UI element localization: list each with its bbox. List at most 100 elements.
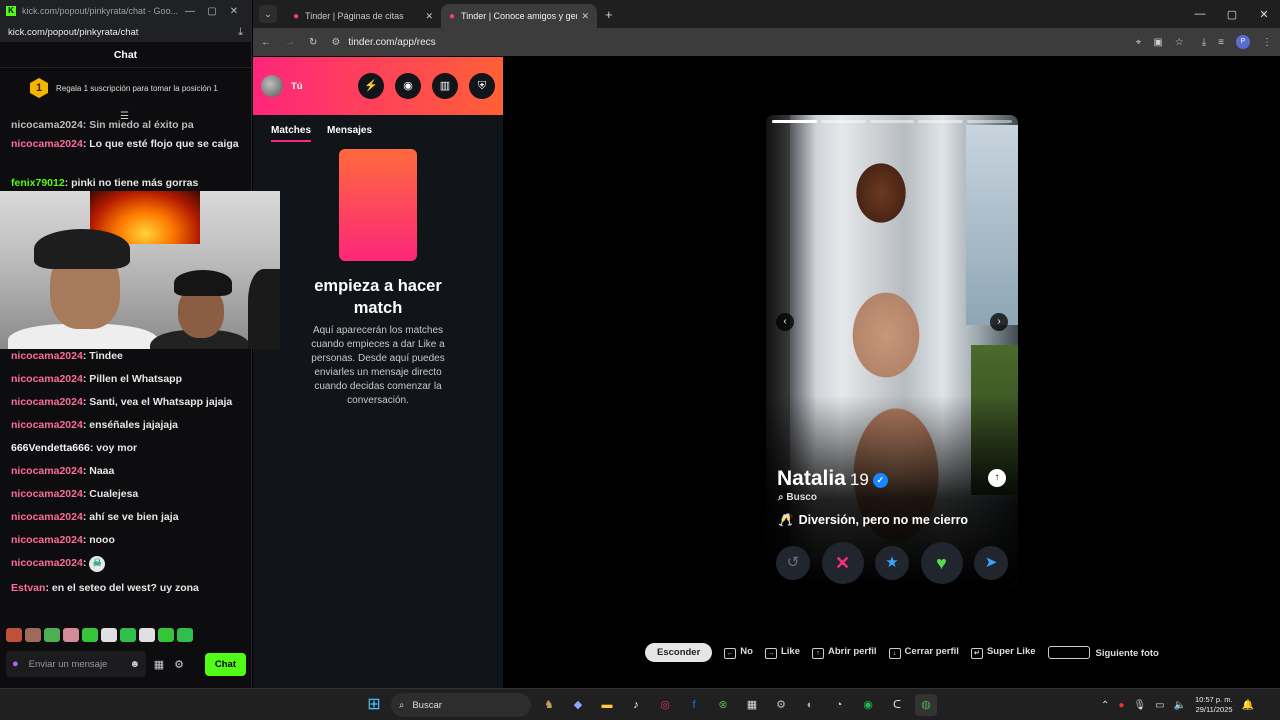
chat-user[interactable]: nicocama2024	[11, 138, 83, 150]
tab-matches[interactable]: Matches	[271, 125, 312, 142]
notifications-bell-icon[interactable]: 🔔	[1242, 700, 1254, 711]
network-icon[interactable]: ▭	[1155, 700, 1164, 711]
forward-icon[interactable]: →	[285, 37, 295, 48]
spotify-icon[interactable]: ◉	[857, 694, 879, 716]
chat-user[interactable]: nicocama2024	[11, 396, 83, 408]
tiktok-icon[interactable]: ♪	[625, 694, 647, 716]
chat-user[interactable]: nicocama2024	[11, 373, 83, 385]
chat-user[interactable]: 666Vendetta666	[11, 442, 90, 454]
mic-icon[interactable]: 🎙	[1133, 700, 1146, 711]
chat-user[interactable]: nicocama2024	[11, 534, 83, 546]
new-tab-icon[interactable]: +	[605, 7, 613, 22]
profile-card[interactable]: ‹ › Natalia 19 ✓ ↑ ⌕ Busco 🥂 Diversión, per…	[766, 115, 1018, 585]
emote-icon[interactable]	[158, 628, 174, 642]
nope-button[interactable]: ✕	[821, 542, 864, 584]
mic-icon[interactable]: ●	[12, 658, 19, 670]
emote-icon[interactable]	[82, 628, 98, 642]
location-icon[interactable]: ⌖	[1136, 37, 1142, 48]
photo-indicator[interactable]	[918, 120, 964, 123]
gift-sub-banner[interactable]: 1 Regala 1 suscripción para tomar la pos…	[0, 68, 251, 108]
download-icon[interactable]: ⤓	[238, 26, 243, 39]
media-control-icon[interactable]: ≡	[1218, 37, 1224, 48]
instagram-icon[interactable]: ◎	[654, 694, 676, 716]
chat-user[interactable]: nicocama2024	[11, 488, 83, 500]
emote-icon[interactable]	[63, 628, 79, 642]
emote-icon[interactable]	[139, 628, 155, 642]
emote-icon[interactable]	[44, 628, 60, 642]
next-photo-icon[interactable]: ›	[990, 313, 1008, 331]
tab-messages[interactable]: Mensajes	[327, 125, 372, 142]
back-icon[interactable]: ←	[261, 37, 271, 48]
settings-icon[interactable]: ⚙	[172, 658, 186, 671]
volume-icon[interactable]: 🔈	[1174, 700, 1186, 711]
photo-indicator[interactable]	[772, 120, 817, 123]
chat-user[interactable]: nicocama2024	[11, 557, 83, 569]
facebook-icon[interactable]: f	[683, 694, 705, 716]
boost-icon[interactable]: ⚡	[358, 73, 384, 99]
close-tab-icon[interactable]: ✕	[425, 11, 433, 22]
bookmark-star-icon[interactable]: ☆	[1175, 37, 1184, 48]
hide-hints-button[interactable]: Esconder	[645, 643, 713, 662]
avatar[interactable]	[261, 75, 283, 97]
profile-avatar[interactable]: P	[1236, 35, 1250, 49]
chat-user[interactable]: nicocama2024	[11, 419, 83, 431]
emote-icon[interactable]	[177, 628, 193, 642]
super-like-button[interactable]: ★	[875, 546, 909, 580]
prev-photo-icon[interactable]: ‹	[776, 313, 794, 331]
windows-start-icon[interactable]: ⊞	[364, 695, 384, 715]
briefcase-icon[interactable]: ▥	[432, 73, 458, 99]
settings-icon[interactable]: ⚙	[770, 694, 792, 716]
chat-user[interactable]: nicocama2024	[11, 511, 83, 523]
close-icon[interactable]: ✕	[1248, 8, 1280, 21]
chat-input[interactable]: ● Enviar un mensaje ☻	[6, 651, 146, 677]
tray-app-icon[interactable]: ●	[1118, 700, 1124, 711]
site-info-icon[interactable]: ⚙	[331, 37, 340, 48]
maximize-icon[interactable]: ▢	[201, 6, 223, 17]
browser-tab-active[interactable]: ● Tinder | Conoce amigos y gente nueva ✕	[441, 4, 597, 28]
photo-indicator[interactable]	[869, 120, 915, 123]
profile-label[interactable]: Tú	[291, 81, 347, 92]
chat-user[interactable]: fenix79012	[11, 177, 65, 189]
chevron-up-icon[interactable]: ⌃	[1101, 700, 1109, 711]
explore-compass-icon[interactable]: ◉	[395, 73, 421, 99]
safety-shield-icon[interactable]: ⛨	[469, 73, 495, 99]
store-icon[interactable]: ▦	[741, 694, 763, 716]
boost-send-button[interactable]: ➤	[974, 546, 1008, 580]
close-icon[interactable]: ✕	[223, 6, 245, 17]
tab-search-icon[interactable]: ⌄	[259, 5, 277, 23]
emoji-icon[interactable]: ☻	[129, 659, 140, 670]
clock[interactable]: 10:57 p. m. 29/11/2025	[1195, 695, 1233, 715]
chrome-menu-icon[interactable]: ⋮	[1262, 37, 1272, 48]
like-button[interactable]: ♥	[920, 542, 963, 584]
cast-icon[interactable]: ▣	[1153, 37, 1162, 48]
minimize-icon[interactable]: —	[179, 6, 201, 17]
reload-icon[interactable]: ↻	[309, 37, 317, 48]
chat-user[interactable]: nicocama2024	[11, 350, 83, 362]
photo-indicator[interactable]	[820, 120, 866, 123]
minimize-icon[interactable]: —	[1184, 8, 1216, 21]
xbox-icon[interactable]: ⊗	[712, 694, 734, 716]
address-url[interactable]: tinder.com/app/recs	[348, 37, 435, 48]
file-explorer-icon[interactable]: ▬	[596, 694, 618, 716]
kick-url-bar[interactable]: kick.com/popout/pinkyrata/chat ⤓	[0, 22, 251, 42]
send-chat-button[interactable]: Chat	[204, 652, 246, 676]
app-icon[interactable]: ᑕ	[886, 694, 908, 716]
kick-url[interactable]: kick.com/popout/pinkyrata/chat	[8, 27, 238, 38]
browser-tab[interactable]: ● Tinder | Páginas de citas ✕	[285, 4, 441, 28]
steam-icon[interactable]: ◐	[799, 694, 821, 716]
emote-icon[interactable]	[101, 628, 117, 642]
emote-icon[interactable]	[25, 628, 41, 642]
chat-user[interactable]: nicocama2024	[11, 465, 83, 477]
emote-icon[interactable]	[120, 628, 136, 642]
download-icon[interactable]: ⤓	[1202, 37, 1206, 48]
photo-indicator[interactable]	[967, 120, 1012, 123]
rewind-button[interactable]: ↺	[776, 546, 810, 580]
close-tab-icon[interactable]: ✕	[581, 11, 589, 22]
taskbar-search[interactable]: ⌕ Buscar	[391, 693, 531, 717]
chrome-icon[interactable]: ◍	[915, 694, 937, 716]
maximize-icon[interactable]: ▢	[1216, 8, 1248, 21]
chat-user[interactable]: Estvan	[11, 582, 45, 594]
emote-icon[interactable]	[6, 628, 22, 642]
open-profile-icon[interactable]: ↑	[988, 469, 1006, 487]
copilot-icon[interactable]: ◆	[567, 694, 589, 716]
